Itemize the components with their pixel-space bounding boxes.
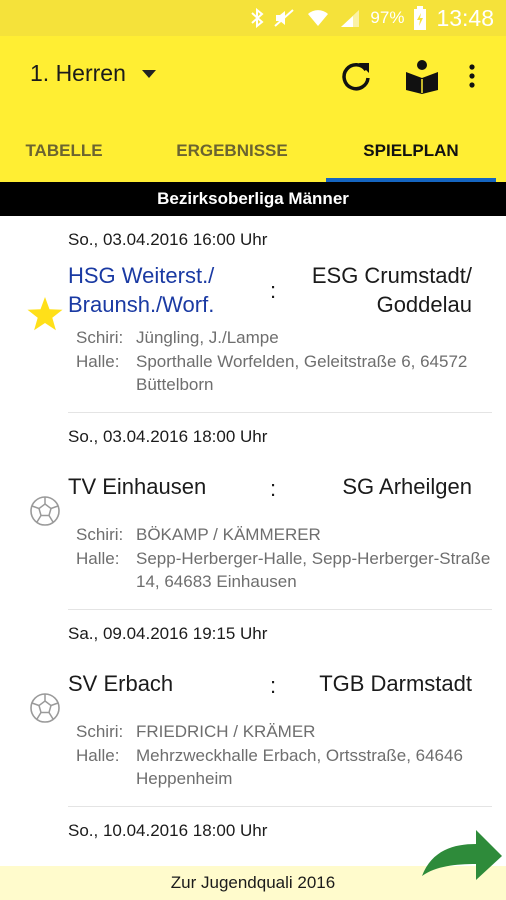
game-date: So., 03.04.2016 18:00 Uhr [68, 427, 268, 446]
reader-icon [406, 60, 438, 94]
game-date: Sa., 09.04.2016 19:15 Uhr [68, 624, 268, 643]
hall-address: Sporthalle Worfelden, Geleitstraße 6, 64… [136, 352, 468, 394]
handball-icon [30, 496, 60, 526]
tab-ergebnisse[interactable]: ERGEBNISSE [148, 120, 316, 182]
league-header: Bezirksoberliga Männer [0, 182, 506, 216]
referee-names: BÖKAMP / KÄMMERER [136, 525, 321, 544]
game-details: Schiri: Jüngling, J./Lampe Halle: Sporthal… [76, 326, 496, 397]
hall-address: Mehrzweckhalle Erbach, Ortsstraße, 64646… [136, 746, 463, 788]
star-icon[interactable] [26, 296, 64, 334]
refresh-button[interactable] [336, 56, 376, 96]
game-row[interactable]: So., 03.04.2016 16:00 Uhr HSG Weiterst./… [0, 216, 506, 413]
game-row[interactable]: So., 03.04.2016 18:00 Uhr TV Einhausen :… [0, 413, 506, 610]
tab-tabelle[interactable]: TABELLE [0, 120, 128, 182]
mute-icon [273, 8, 297, 28]
hall-label: Halle: [76, 352, 120, 371]
game-details: Schiri: FRIEDRICH / KRÄMER Halle: Mehrzwec… [76, 720, 496, 791]
game-row[interactable]: Sa., 09.04.2016 19:15 Uhr SV Erbach : TG… [0, 610, 506, 807]
app-bar: 1. Herren [0, 36, 506, 120]
handball-icon [30, 693, 60, 723]
team-selector[interactable]: 1. Herren [30, 60, 156, 87]
home-team: SV Erbach [68, 671, 174, 696]
game-date: So., 03.04.2016 16:00 Uhr [68, 230, 268, 249]
signal-icon [339, 8, 361, 28]
away-team: SG Arheilgen [342, 474, 472, 499]
reader-button[interactable] [402, 56, 442, 96]
referee-names: FRIEDRICH / KRÄMER [136, 722, 316, 741]
referee-label: Schiri: [76, 328, 124, 347]
refresh-icon [342, 62, 370, 91]
away-team: ESG Crumstadt/ Goddelau [311, 263, 472, 317]
referee-label: Schiri: [76, 722, 124, 741]
game-details: Schiri: BÖKAMP / KÄMMERER Halle: Sepp-Herb… [76, 523, 496, 594]
hall-label: Halle: [76, 549, 120, 568]
dropdown-arrow-icon [141, 69, 156, 78]
home-team: TV Einhausen [68, 474, 207, 499]
tab-bar: TABELLE ERGEBNISSE SPIELPLAN [0, 120, 506, 182]
battery-percent: 97% [370, 8, 405, 27]
youth-qualification-label: Zur Jugendquali 2016 [170, 873, 336, 892]
away-team: TGB Darmstadt [319, 671, 472, 696]
team-title: 1. Herren [30, 60, 126, 86]
battery-icon [413, 6, 427, 30]
home-team: HSG Weiterst./ Braunsh./Worf. [68, 263, 215, 317]
status-bar: 97% 13:48 [0, 0, 506, 36]
forward-arrow-icon[interactable] [418, 826, 504, 886]
hall-address: Sepp-Herberger-Halle, Sepp-Herberger-Str… [136, 549, 491, 591]
status-icons: 97% 13:48 [250, 0, 494, 36]
bluetooth-icon [250, 8, 264, 28]
hall-label: Halle: [76, 746, 120, 765]
game-date: So., 10.04.2016 18:00 Uhr [68, 821, 268, 840]
referee-names: Jüngling, J./Lampe [136, 328, 279, 347]
overflow-menu-button[interactable] [452, 56, 492, 96]
tab-spielplan[interactable]: SPIELPLAN [326, 120, 496, 182]
more-vert-icon [469, 64, 475, 88]
wifi-icon [306, 8, 330, 28]
clock: 13:48 [436, 4, 494, 31]
referee-label: Schiri: [76, 525, 124, 544]
